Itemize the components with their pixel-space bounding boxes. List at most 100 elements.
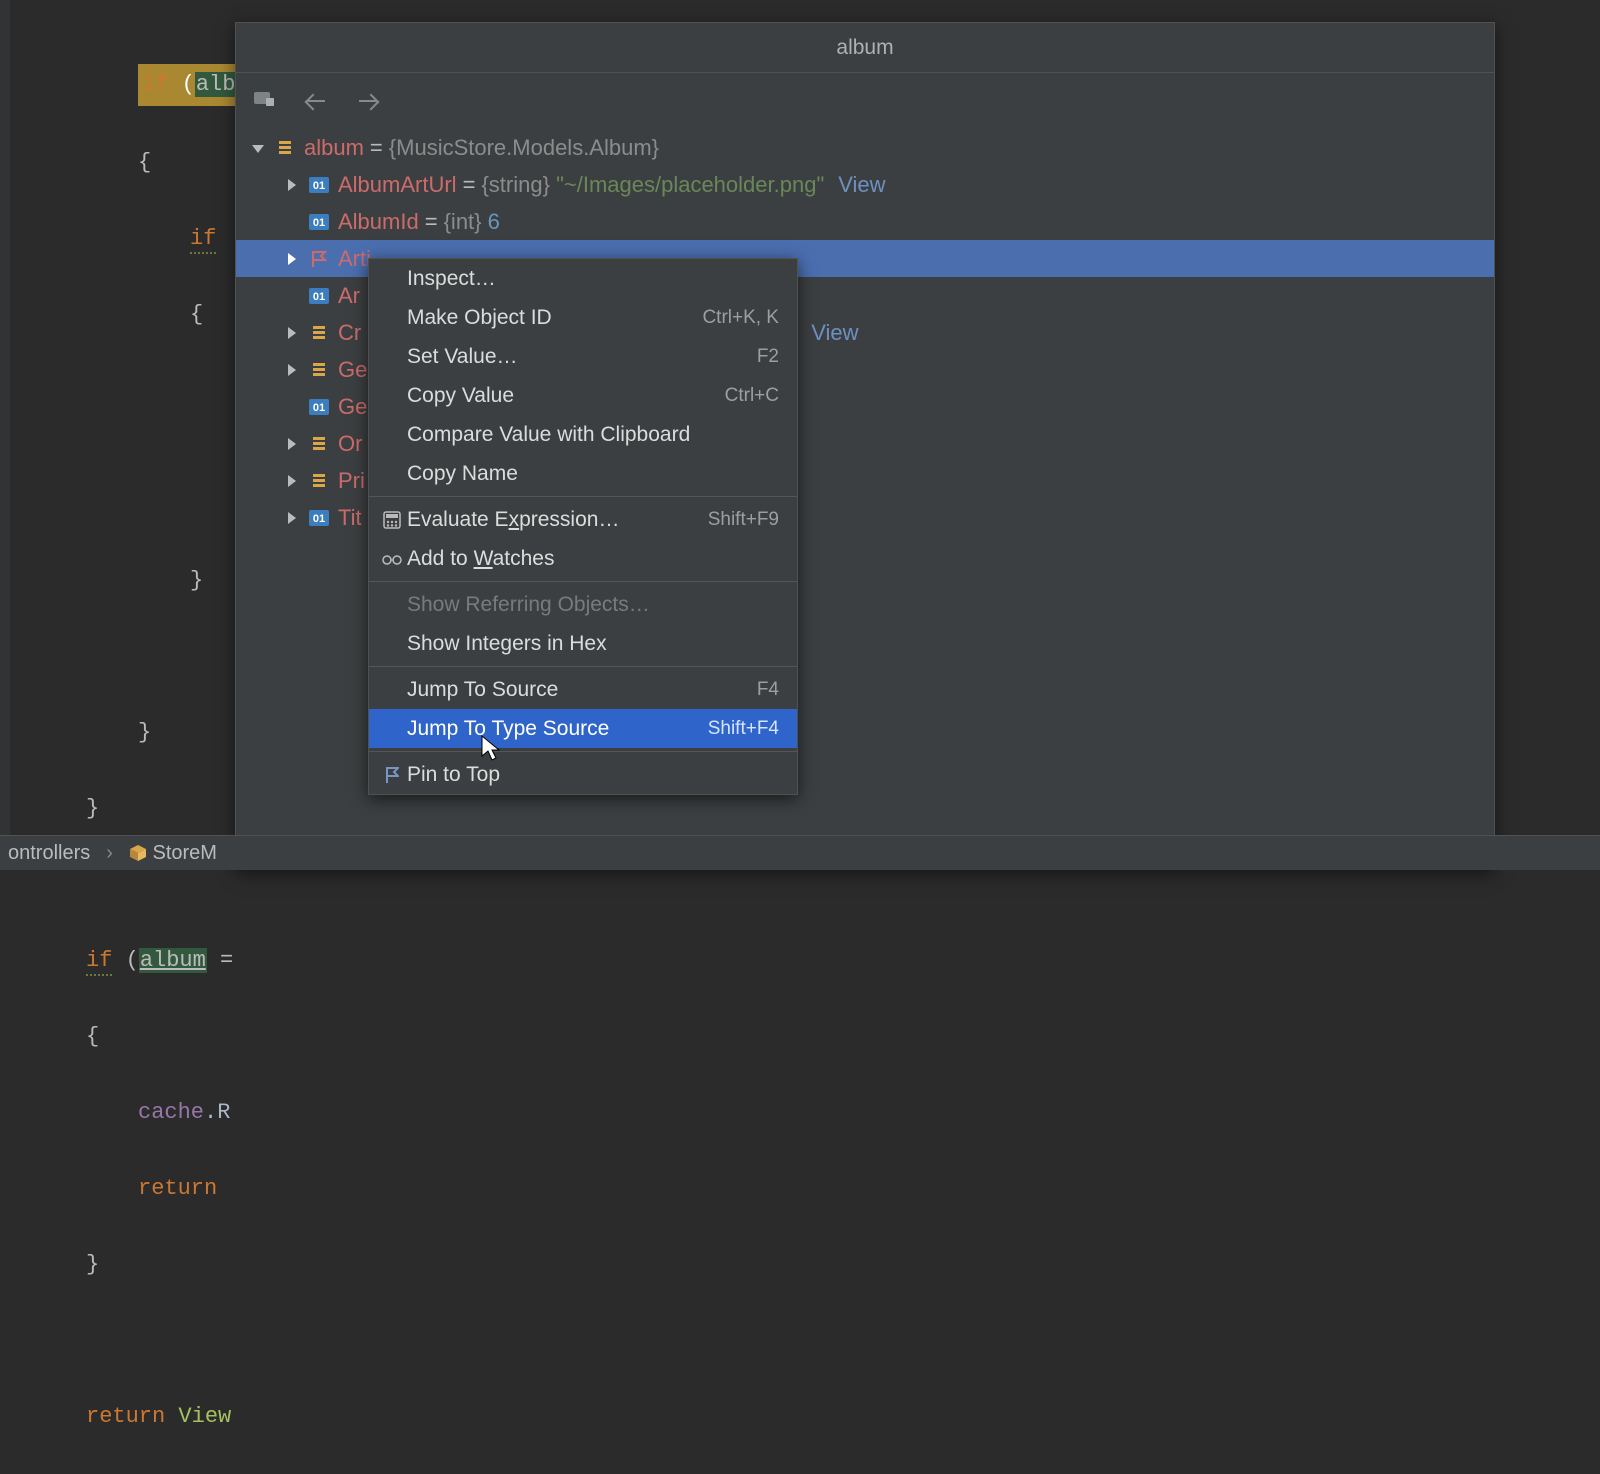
ctx-label: Compare Value with Clipboard bbox=[407, 423, 779, 447]
expand-icon[interactable] bbox=[280, 173, 304, 197]
identifier-alb: alb bbox=[195, 72, 237, 97]
ctx-add-watches[interactable]: Add to Watches bbox=[369, 539, 797, 578]
collapse-icon[interactable] bbox=[246, 136, 270, 160]
identifier-cache: cache bbox=[138, 1100, 204, 1125]
expand-icon[interactable] bbox=[280, 321, 304, 345]
ctx-copy-name[interactable]: Copy Name bbox=[369, 454, 797, 493]
code-paren: ( bbox=[168, 72, 194, 97]
forward-icon[interactable] bbox=[356, 89, 380, 113]
ctx-shortcut: F2 bbox=[757, 346, 779, 368]
keyword-return: return bbox=[138, 1176, 217, 1201]
property-icon: 01 bbox=[308, 213, 330, 231]
identifier-view: View bbox=[178, 1404, 231, 1429]
expand-icon[interactable] bbox=[280, 247, 304, 271]
chevron-right-icon: › bbox=[106, 842, 113, 865]
node-name: album bbox=[304, 129, 364, 166]
keyword-if: if bbox=[190, 226, 216, 254]
object-icon bbox=[308, 435, 330, 453]
node-name: Or bbox=[338, 425, 362, 462]
popup-title: album bbox=[236, 23, 1494, 73]
brace: { bbox=[86, 1024, 99, 1049]
node-name: Pri bbox=[338, 462, 365, 499]
ctx-label: Show Integers in Hex bbox=[407, 632, 779, 656]
calculator-icon bbox=[377, 511, 407, 529]
ctx-label: Jump To Type Source bbox=[407, 717, 708, 741]
breadcrumb-segment[interactable]: StoreM bbox=[129, 842, 217, 865]
ctx-evaluate-expression[interactable]: Evaluate Expression… Shift+F9 bbox=[369, 500, 797, 539]
object-icon bbox=[274, 139, 296, 157]
object-icon bbox=[308, 324, 330, 342]
context-menu: Inspect… Make Object ID Ctrl+K, K Set Va… bbox=[368, 258, 798, 795]
svg-text:01: 01 bbox=[313, 180, 325, 192]
identifier-album: album bbox=[139, 948, 207, 973]
node-value: 6 bbox=[488, 203, 500, 240]
brace: } bbox=[86, 1252, 99, 1277]
keyword-return: return bbox=[86, 1404, 165, 1429]
node-name: Ge bbox=[338, 351, 367, 388]
ctx-show-referring: Show Referring Objects… bbox=[369, 585, 797, 624]
property-icon: 01 bbox=[308, 287, 330, 305]
code-eq: = bbox=[207, 948, 233, 973]
code-paren: ( bbox=[112, 948, 138, 973]
expand-icon[interactable] bbox=[280, 358, 304, 382]
ctx-set-value[interactable]: Set Value… F2 bbox=[369, 337, 797, 376]
node-value: "~/Images/placeholder.png" bbox=[556, 166, 824, 203]
expand-icon[interactable] bbox=[280, 469, 304, 493]
view-link[interactable]: View bbox=[811, 314, 858, 351]
tree-node-album[interactable]: album = {MusicStore.Models.Album} bbox=[236, 129, 1494, 166]
ctx-inspect[interactable]: Inspect… bbox=[369, 259, 797, 298]
object-icon bbox=[308, 361, 330, 379]
node-name: AlbumArtUrl bbox=[338, 166, 457, 203]
svg-text:01: 01 bbox=[313, 291, 325, 303]
ctx-label: Show Referring Objects… bbox=[407, 593, 779, 617]
node-name: Ge bbox=[338, 388, 367, 425]
ctx-label: Jump To Source bbox=[407, 678, 757, 702]
ctx-separator bbox=[369, 581, 797, 582]
ctx-separator bbox=[369, 751, 797, 752]
tree-node-albumArtUrl[interactable]: 01 AlbumArtUrl = {string} "~/Images/plac… bbox=[236, 166, 1494, 203]
property-icon: 01 bbox=[308, 509, 330, 527]
ctx-shortcut: Ctrl+C bbox=[725, 385, 779, 407]
ctx-label: Make Object ID bbox=[407, 306, 702, 330]
popup-toolbar bbox=[236, 73, 1494, 129]
capture-icon[interactable] bbox=[254, 90, 276, 113]
ctx-copy-value[interactable]: Copy Value Ctrl+C bbox=[369, 376, 797, 415]
editor-code: if (alb { if { } } } if (album = { cache… bbox=[86, 26, 240, 1474]
node-name: AlbumId bbox=[338, 203, 419, 240]
back-icon[interactable] bbox=[304, 89, 328, 113]
ctx-label: Add to Watches bbox=[407, 547, 779, 571]
ctx-label: Copy Value bbox=[407, 384, 725, 408]
ctx-pin-top[interactable]: Pin to Top bbox=[369, 755, 797, 794]
ctx-label: Inspect… bbox=[407, 267, 779, 291]
popup-title-text: album bbox=[836, 36, 893, 60]
svg-text:01: 01 bbox=[313, 402, 325, 414]
ctx-shortcut: Shift+F4 bbox=[708, 718, 779, 740]
ctx-jump-source[interactable]: Jump To Source F4 bbox=[369, 670, 797, 709]
tree-node-albumId[interactable]: 01 AlbumId = {int} 6 bbox=[236, 203, 1494, 240]
property-icon: 01 bbox=[308, 176, 330, 194]
ctx-make-object-id[interactable]: Make Object ID Ctrl+K, K bbox=[369, 298, 797, 337]
expand-icon[interactable] bbox=[280, 432, 304, 456]
ctx-separator bbox=[369, 496, 797, 497]
object-icon bbox=[308, 472, 330, 490]
breadcrumb[interactable]: ontrollers › StoreM bbox=[0, 835, 1600, 870]
brace: } bbox=[138, 720, 151, 745]
breadcrumb-segment[interactable]: ontrollers bbox=[8, 842, 90, 865]
node-type: {string} bbox=[481, 166, 550, 203]
node-name: Ar bbox=[338, 277, 360, 314]
editor-gutter bbox=[0, 0, 10, 870]
ctx-jump-type-source[interactable]: Jump To Type Source Shift+F4 bbox=[369, 709, 797, 748]
view-link[interactable]: View bbox=[838, 166, 885, 203]
brace: { bbox=[190, 302, 203, 327]
property-icon: 01 bbox=[308, 398, 330, 416]
ctx-show-hex[interactable]: Show Integers in Hex bbox=[369, 624, 797, 663]
ctx-separator bbox=[369, 666, 797, 667]
ctx-label: Set Value… bbox=[407, 345, 757, 369]
flag-icon bbox=[377, 767, 407, 783]
ctx-label: Evaluate Expression… bbox=[407, 508, 708, 532]
ctx-shortcut: F4 bbox=[757, 679, 779, 701]
ctx-compare-clipboard[interactable]: Compare Value with Clipboard bbox=[369, 415, 797, 454]
glasses-icon bbox=[377, 552, 407, 566]
expand-icon[interactable] bbox=[280, 506, 304, 530]
keyword-if: if bbox=[142, 72, 168, 97]
